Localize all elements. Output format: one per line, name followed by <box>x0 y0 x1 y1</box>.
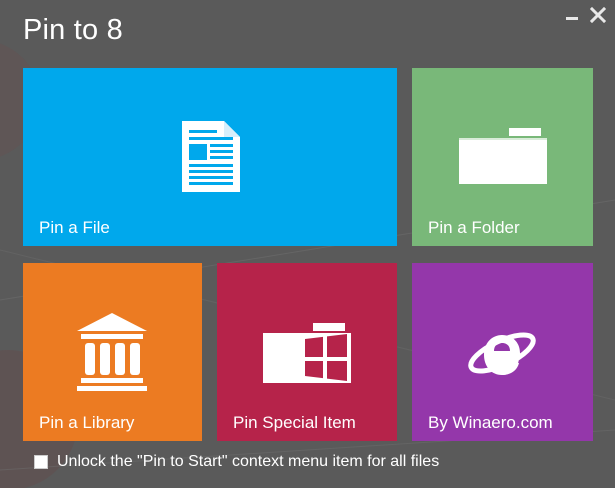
internet-explorer-icon <box>468 332 536 375</box>
pin-file-tile[interactable]: Pin a File <box>23 68 397 246</box>
pin-library-label: Pin a Library <box>39 413 135 432</box>
pin-folder-label: Pin a Folder <box>428 218 520 237</box>
window-controls <box>563 6 607 24</box>
winaero-label: By Winaero.com <box>428 413 553 432</box>
unlock-context-menu-option[interactable]: Unlock the "Pin to Start" context menu i… <box>34 453 439 471</box>
folder-icon <box>459 128 547 184</box>
unlock-context-menu-checkbox[interactable] <box>34 455 48 469</box>
close-button[interactable] <box>589 6 607 24</box>
close-icon <box>590 7 606 23</box>
library-icon <box>77 313 147 391</box>
document-icon <box>182 121 240 192</box>
windows-folder-icon <box>263 323 351 383</box>
minimize-button[interactable] <box>563 6 581 24</box>
window-title: Pin to 8 <box>23 14 123 46</box>
pin-library-tile[interactable]: Pin a Library <box>23 263 202 441</box>
minimize-icon <box>566 17 578 20</box>
pin-special-item-tile[interactable]: Pin Special Item <box>217 263 397 441</box>
pin-folder-tile[interactable]: Pin a Folder <box>412 68 593 246</box>
pin-special-item-label: Pin Special Item <box>233 413 356 432</box>
winaero-tile[interactable]: By Winaero.com <box>412 263 593 441</box>
unlock-context-menu-label: Unlock the "Pin to Start" context menu i… <box>57 453 440 470</box>
pin-file-label: Pin a File <box>39 218 110 237</box>
